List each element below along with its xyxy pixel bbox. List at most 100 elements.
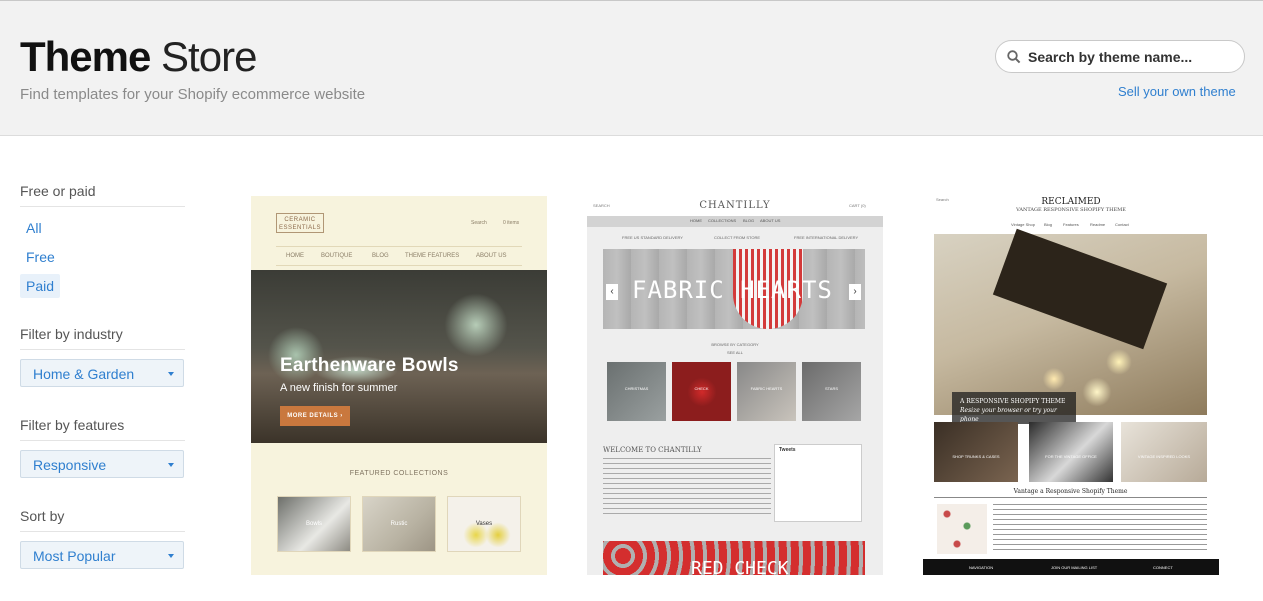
theme-hero-subtitle: A new finish for summer [280, 382, 398, 394]
theme-nav-item: BOUTIQUE [321, 253, 353, 259]
collection-label: Rustic [390, 521, 408, 527]
theme-nav: HOME BOUTIQUE BLOG THEME FEATURES ABOUT … [276, 246, 522, 266]
category-label: CHRISTMAS [624, 386, 649, 391]
browse-title: BROWSE BY CATEGORY [711, 342, 759, 347]
tweets-widget: Tweets [774, 444, 862, 522]
price-filter-title: Free or paid [20, 180, 185, 207]
theme-nav-item: BLOG [372, 253, 389, 259]
collection-label: Bowls [305, 521, 322, 527]
welcome-text-lines [603, 458, 771, 518]
search-input[interactable] [1028, 47, 1233, 67]
floral-image [937, 504, 987, 554]
price-option-paid[interactable]: Paid [20, 274, 61, 298]
page-title: Theme Store [20, 33, 257, 81]
theme-nav-item: Features [1063, 222, 1079, 227]
theme-nav-item: Blog [1044, 222, 1053, 227]
theme-tagline: VANTAGE RESPONSIVE SHOPIFY THEME [1016, 207, 1126, 213]
theme-logo: CERAMIC ESSENTIALS [276, 213, 324, 233]
theme-brand: RECLAIMED [1041, 197, 1101, 207]
theme-footer: NAVIGATION JOIN OUR MAILING LIST CONNECT [923, 559, 1219, 575]
category-thumb: CHRISTMAS [607, 362, 666, 421]
footer-item: CONNECT [1153, 565, 1173, 570]
category-label: FABRIC HEARTS [750, 386, 783, 391]
category-label: STARS [824, 386, 839, 391]
bottom-banner-title: RED CHECK [691, 558, 789, 575]
chevron-left-icon: ‹ [606, 284, 618, 300]
caption-title: A RESPONSIVE SHOPIFY THEME [960, 398, 1066, 405]
tile-image: FOR THE VINTAGE OFFICE [1029, 422, 1113, 482]
promo-text: COLLECT FROM STORE [714, 235, 761, 240]
tile-label: VINTAGE INSPIRED LOOKS [1137, 454, 1191, 459]
theme-hero-caption: A RESPONSIVE SHOPIFY THEME Resize your b… [952, 392, 1076, 424]
category-thumb: CHECK [672, 362, 731, 421]
welcome-heading: WELCOME TO CHANTILLY [603, 446, 702, 454]
sort-dropdown-value: Most Popular [33, 548, 116, 564]
caret-down-icon [168, 372, 174, 376]
title-bold: Theme [20, 33, 151, 80]
theme-nav-item: ABOUT US [476, 253, 507, 259]
see-all-link: SEE ALL [726, 350, 743, 355]
category-thumb: FABRIC HEARTS [737, 362, 796, 421]
features-dropdown-value: Responsive [33, 457, 107, 473]
featured-collections-title: FEATURED COLLECTIONS [349, 470, 449, 477]
theme-hero-button: MORE DETAILS › [280, 406, 350, 426]
promo-text: FREE US STANDARD DELIVERY [622, 235, 683, 240]
sell-theme-link[interactable]: Sell your own theme [1118, 84, 1236, 99]
footer-item: JOIN OUR MAILING LIST [1051, 565, 1098, 570]
promo-text: FREE INTERNATIONAL DELIVERY [794, 235, 859, 240]
theme-nav-item: Vintage Shop [1011, 222, 1035, 227]
collection-thumb: Bowls [277, 496, 351, 552]
sort-title: Sort by [20, 505, 185, 532]
category-thumb: STARS [802, 362, 861, 421]
theme-cart: CART (0) [849, 203, 866, 208]
theme-search: Search [471, 220, 487, 226]
theme-nav-item: THEME FEATURES [405, 253, 460, 259]
filter-sidebar: Free or paid All Free Paid Filter by ind… [20, 180, 185, 569]
page-header: Theme Store Find templates for your Shop… [0, 0, 1263, 136]
collection-label: Vases [475, 521, 493, 527]
theme-card-ceramic[interactable]: CERAMIC ESSENTIALS Search 0 items HOME B… [251, 196, 547, 575]
price-option-free[interactable]: Free [20, 245, 61, 269]
chevron-right-icon: › [849, 284, 861, 300]
theme-menu-item: ABOUT US [760, 218, 781, 223]
category-label: CHECK [694, 386, 709, 391]
theme-brand: CHANTILLY [699, 200, 771, 211]
theme-card-chantilly[interactable]: SEARCH CHANTILLY CART (0) HOME COLLECTIO… [587, 196, 883, 575]
search-box[interactable] [995, 40, 1245, 73]
industry-dropdown-value: Home & Garden [33, 366, 135, 382]
price-filter-options: All Free Paid [20, 216, 185, 303]
theme-menu-item: HOME [690, 218, 702, 223]
title-light: Store [161, 33, 257, 80]
industry-dropdown[interactable]: Home & Garden [20, 359, 184, 387]
theme-menu-item: BLOG [743, 218, 755, 223]
tile-label: FOR THE VINTAGE OFFICE [1045, 454, 1097, 459]
page-subtitle: Find templates for your Shopify ecommerc… [20, 86, 366, 103]
theme-hero-title: Earthenware Bowls [280, 355, 459, 376]
theme-card-reclaimed[interactable]: Search RECLAIMED VANTAGE RESPONSIVE SHOP… [923, 196, 1219, 575]
caret-down-icon [168, 463, 174, 467]
features-filter-title: Filter by features [20, 414, 185, 441]
section-title: Vantage a Responsive Shopify Theme [934, 488, 1207, 498]
body-text-lines [993, 504, 1207, 552]
collection-thumb: Rustic [362, 496, 436, 552]
tweets-title: Tweets [779, 447, 796, 453]
theme-menu: HOME COLLECTIONS BLOG ABOUT US [587, 216, 883, 227]
tile-image: VINTAGE INSPIRED LOOKS [1121, 422, 1207, 482]
theme-nav: Vintage Shop Blog Features Readme Contac… [923, 221, 1219, 229]
theme-nav-item: HOME [286, 253, 304, 259]
tile-label: SHOP TRUNKS & CASES [952, 454, 1000, 459]
tile-image: SHOP TRUNKS & CASES [934, 422, 1018, 482]
sort-dropdown[interactable]: Most Popular [20, 541, 184, 569]
collection-thumb: Vases [447, 496, 521, 552]
chandelier-decoration [992, 228, 1168, 350]
footer-item: NAVIGATION [969, 565, 994, 570]
search-icon [1007, 50, 1021, 64]
theme-cart: 0 items [503, 220, 520, 226]
theme-nav-item: Readme [1090, 222, 1106, 227]
features-dropdown[interactable]: Responsive [20, 450, 184, 478]
theme-slide-title: FABRIC HEARTS [632, 276, 833, 304]
price-option-all[interactable]: All [20, 216, 48, 240]
theme-nav-item: Contact [1115, 222, 1129, 227]
theme-hero-image: A RESPONSIVE SHOPIFY THEME Resize your b… [934, 228, 1207, 424]
theme-menu-item: COLLECTIONS [708, 218, 737, 223]
